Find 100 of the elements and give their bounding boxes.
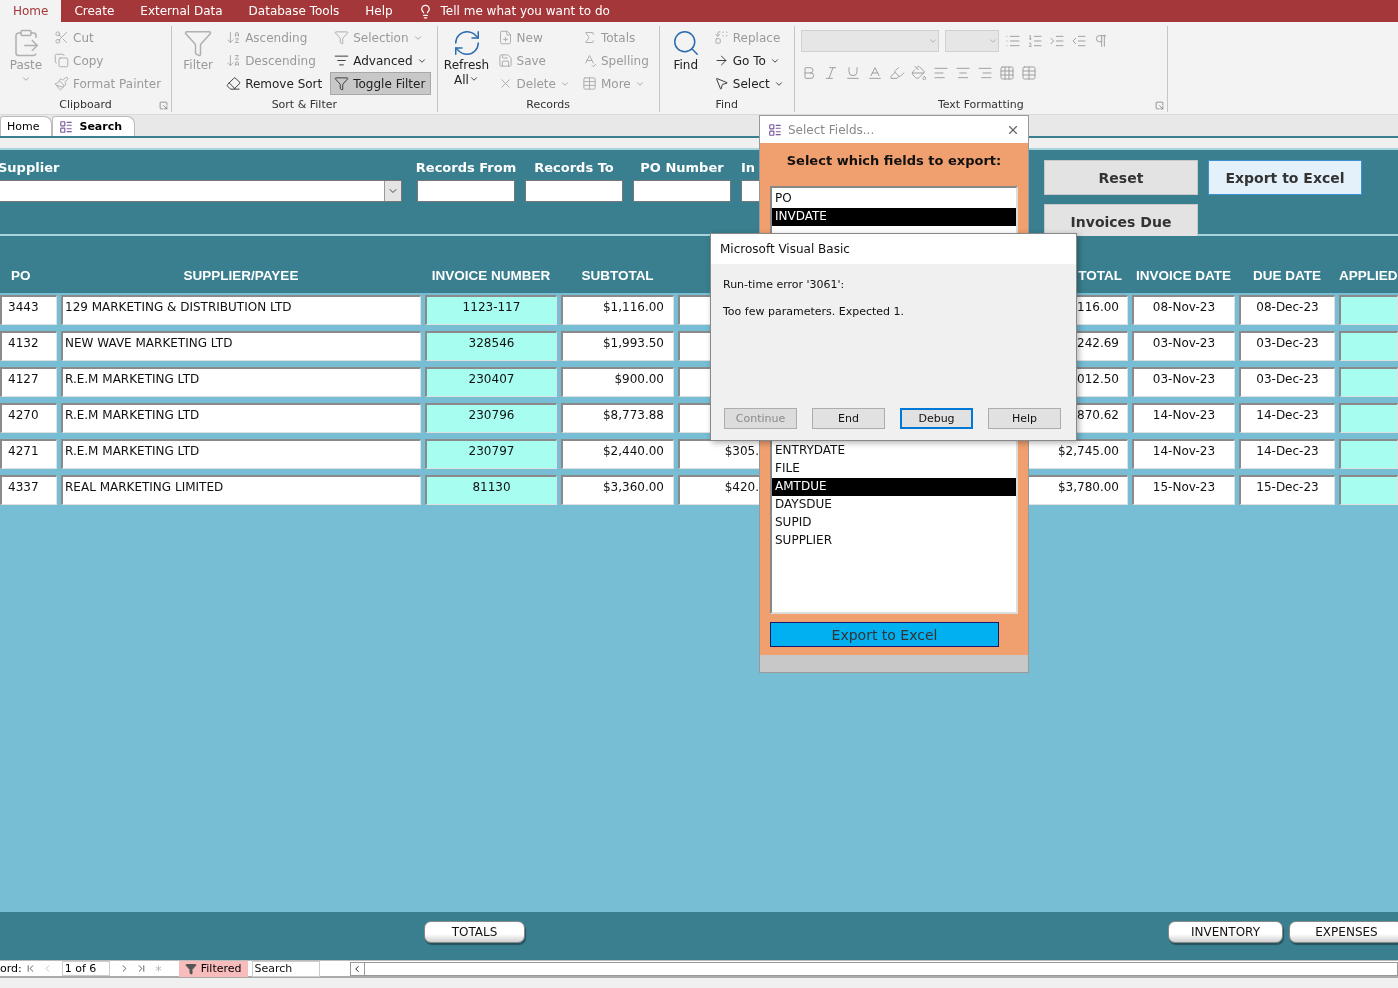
ribbon-button[interactable]: Advanced [330, 49, 431, 72]
table-cell: 14-Nov-23 [1132, 403, 1235, 433]
table-cell: R.E.M MARKETING LTD [61, 367, 421, 397]
error-text: Run-time error '3061': [722, 278, 846, 291]
horizontal-scrollbar[interactable] [349, 961, 1398, 976]
table-cell [1339, 475, 1398, 505]
gridlines-icon[interactable] [998, 65, 1015, 81]
column-header: DUE DATE [1252, 267, 1322, 284]
column-header: SUPPLIER/PAYEE [182, 267, 300, 284]
footer-button[interactable]: INVENTORY [1168, 921, 1283, 943]
new-file-icon [497, 30, 513, 45]
menu-tab[interactable]: External Data [127, 0, 236, 22]
bullet-list-icon[interactable] [1004, 33, 1021, 49]
ribbon-button[interactable]: Select [709, 72, 788, 95]
table-cell: 4270 [0, 403, 57, 433]
table-cell: R.E.M MARKETING LTD [61, 439, 421, 469]
list-item[interactable]: INVDATE [772, 208, 1016, 226]
dialog-button[interactable]: End [812, 408, 885, 429]
group-label: Find [714, 98, 740, 112]
ribbon-button[interactable]: Remove Sort [222, 72, 327, 95]
paintbrush-icon [54, 76, 69, 91]
dialog-button[interactable]: Help [988, 408, 1061, 429]
funnel-icon [334, 76, 350, 91]
align-right-icon[interactable] [976, 65, 993, 81]
sort-ascending-icon [226, 30, 242, 45]
table-cell: $420. [678, 475, 762, 505]
table-cell: 14-Nov-23 [1132, 439, 1235, 469]
dialog-launcher-icon[interactable] [159, 101, 169, 110]
list-item[interactable]: PO [772, 190, 1016, 208]
menu-tab[interactable]: Help [352, 0, 406, 22]
table-cell: $900.00 [561, 367, 674, 397]
underline-icon[interactable] [844, 65, 861, 81]
table-cell: 03-Dec-23 [1239, 367, 1335, 397]
footer-button[interactable]: TOTALS [424, 921, 525, 943]
record-position-field[interactable]: 1 of 6 [61, 961, 110, 976]
ribbon-button[interactable]: Find [665, 26, 706, 98]
indent-increase-icon[interactable] [1048, 33, 1065, 49]
document-tab[interactable]: Search [52, 116, 136, 136]
form-button[interactable]: Reset [1044, 160, 1198, 195]
column-header: SUBTOTAL [580, 267, 655, 284]
column-header: APPLIED [1339, 267, 1398, 284]
table-cell: 230407 [425, 367, 557, 397]
table-cell: 4132 [0, 331, 57, 361]
filter-status-button[interactable]: Filtered [178, 960, 248, 977]
column-header: INVOICE NUMBER [430, 267, 552, 284]
table-cell: $305. [678, 439, 762, 469]
window-title: Select Fields... [788, 122, 876, 137]
copy-icon [54, 53, 69, 68]
table-cell: $1,116.00 [561, 295, 674, 325]
footer-button[interactable]: EXPENSES [1289, 921, 1398, 943]
menu-tab[interactable]: Create [61, 0, 128, 22]
table-cell [1339, 367, 1398, 397]
table-cell: 08-Nov-23 [1132, 295, 1235, 325]
ribbon-button[interactable]: Refresh All [443, 26, 490, 98]
form-icon [59, 119, 74, 134]
table-cell: 129 MARKETING & DISTRIBUTION LTD [61, 295, 421, 325]
field-label: Records From [415, 160, 517, 177]
table-cell: R.E.M MARKETING LTD [61, 403, 421, 433]
menu-tab[interactable]: Home [0, 0, 62, 22]
ribbon-button[interactable]: Toggle Filter [330, 72, 431, 95]
table-icon[interactable] [1020, 65, 1037, 81]
table-cell: 14-Dec-23 [1239, 439, 1335, 469]
font-name-combo[interactable] [800, 30, 939, 52]
dialog-button[interactable]: Debug [900, 408, 973, 429]
table-cell: 03-Nov-23 [1132, 367, 1235, 397]
font-size-combo[interactable] [944, 30, 999, 52]
numbered-list-icon[interactable] [1026, 33, 1043, 49]
highlighter-icon[interactable] [888, 65, 905, 81]
input-field[interactable] [417, 180, 515, 202]
dialog-launcher-icon[interactable] [1154, 101, 1164, 110]
align-center-icon[interactable] [954, 65, 971, 81]
align-left-icon[interactable] [932, 65, 949, 81]
tell-me-search[interactable]: Tell me what you want to do [440, 4, 610, 18]
export-button[interactable]: Export to Excel [770, 622, 999, 647]
form-button[interactable]: Export to Excel [1208, 160, 1362, 195]
table-cell: NEW WAVE MARKETING LTD [61, 331, 421, 361]
search-field[interactable]: Search [251, 960, 320, 977]
input-field[interactable] [525, 180, 623, 202]
list-item[interactable]: AMTDUE [772, 478, 1016, 496]
table-cell [1339, 295, 1398, 325]
font-color-icon[interactable] [866, 65, 883, 81]
group-label: Text Formatting [936, 98, 1025, 112]
save-icon [497, 53, 513, 68]
list-item[interactable]: ENTRYDATE [772, 442, 1016, 460]
list-item[interactable]: SUPID [772, 514, 1016, 532]
group-label: Clipboard [58, 98, 113, 112]
group-label: Records [525, 98, 572, 112]
table-cell: 1123-117 [425, 295, 557, 325]
list-item[interactable]: SUPPLIER [772, 532, 1016, 550]
funnel-icon [184, 962, 197, 975]
table-cell: 4271 [0, 439, 57, 469]
indent-decrease-icon[interactable] [1070, 33, 1087, 49]
chevron-down-icon[interactable] [384, 181, 401, 201]
document-tab[interactable]: Home [0, 116, 53, 136]
input-field[interactable] [633, 180, 731, 202]
paint-bucket-icon[interactable] [910, 65, 927, 81]
ribbon-button[interactable]: Go To [709, 49, 788, 72]
supplier-combo[interactable] [0, 180, 402, 202]
menu-tab[interactable]: Database Tools [235, 0, 353, 22]
scissors-icon [54, 30, 69, 45]
